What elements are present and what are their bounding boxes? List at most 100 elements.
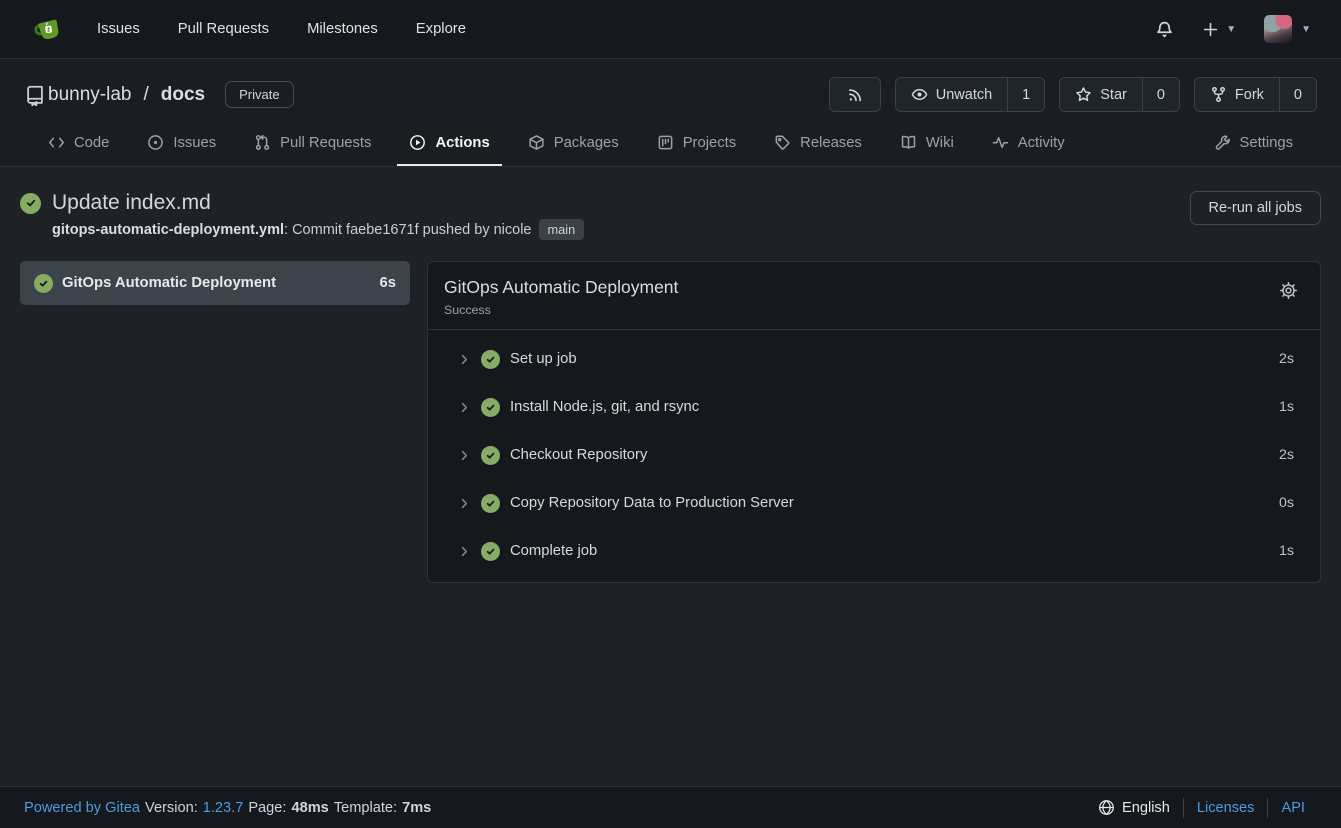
pr-icon — [254, 134, 271, 151]
fork-button[interactable]: Fork — [1195, 78, 1279, 111]
success-check-icon — [34, 274, 53, 293]
globe-icon — [1098, 799, 1115, 816]
workflow-file-name: gitops-automatic-deployment.yml — [52, 222, 284, 238]
job-settings-gear-icon[interactable] — [1275, 277, 1302, 304]
tab-label: Wiki — [926, 135, 954, 151]
fork-button-group: Fork 0 — [1194, 77, 1317, 112]
repo-owner-link[interactable]: bunny-lab — [48, 84, 131, 106]
pulse-icon — [992, 134, 1009, 151]
template-label: Template: — [334, 800, 397, 816]
gitea-logo-icon[interactable] — [32, 13, 64, 45]
step-duration: 2s — [1279, 351, 1294, 367]
tab-label: Code — [74, 135, 109, 151]
success-check-icon — [481, 350, 500, 369]
rss-button[interactable] — [829, 77, 881, 112]
success-check-icon — [481, 398, 500, 417]
unwatch-label: Unwatch — [936, 87, 992, 103]
nav-link-issues[interactable]: Issues — [78, 21, 159, 37]
tab-label: Packages — [554, 135, 619, 151]
stars-count[interactable]: 0 — [1142, 78, 1179, 111]
actions-run-page: Update index.md gitops-automatic-deploym… — [0, 167, 1341, 786]
unwatch-button[interactable]: Unwatch — [896, 78, 1007, 111]
nav-link-pull-requests[interactable]: Pull Requests — [159, 21, 288, 37]
user-avatar — [1264, 15, 1292, 43]
book-icon — [900, 134, 917, 151]
tab-activity[interactable]: Activity — [980, 124, 1077, 166]
job-sidebar: GitOps Automatic Deployment6s — [20, 261, 410, 305]
tab-actions[interactable]: Actions — [397, 124, 501, 166]
rerun-all-jobs-button[interactable]: Re-run all jobs — [1190, 191, 1322, 225]
step-name: Complete job — [510, 543, 597, 559]
fork-label: Fork — [1235, 87, 1264, 103]
job-step-row[interactable]: Checkout Repository2s — [428, 431, 1320, 479]
powered-by-gitea-link[interactable]: Powered by Gitea — [24, 800, 140, 816]
run-title: Update index.md — [52, 191, 211, 215]
job-step-row[interactable]: Complete job 1s — [428, 527, 1320, 575]
caret-down-icon: ▼ — [1301, 24, 1311, 35]
footer: Powered by Gitea Version: 1.23.7 Page: 4… — [0, 786, 1341, 828]
commit-text: : Commit faebe1671f pushed by nicole — [284, 222, 531, 238]
tab-label: Releases — [800, 135, 862, 151]
fork-icon — [1210, 86, 1227, 103]
step-name: Install Node.js, git, and rsync — [510, 399, 699, 415]
version-link[interactable]: 1.23.7 — [203, 800, 244, 816]
template-time: 7ms — [402, 800, 431, 816]
eye-icon — [911, 86, 928, 103]
nav-link-explore[interactable]: Explore — [397, 21, 485, 37]
job-step-row[interactable]: Copy Repository Data to Production Serve… — [428, 479, 1320, 527]
create-new-button[interactable]: ▼ — [1192, 15, 1246, 44]
run-success-icon — [20, 193, 41, 214]
user-menu[interactable]: ▼ — [1254, 9, 1321, 49]
nav-link-milestones[interactable]: Milestones — [288, 21, 397, 37]
tab-projects[interactable]: Projects — [645, 124, 748, 166]
success-check-icon — [481, 494, 500, 513]
tab-pull-requests[interactable]: Pull Requests — [242, 124, 383, 166]
step-name: Copy Repository Data to Production Serve… — [510, 495, 794, 511]
tab-packages[interactable]: Packages — [516, 124, 631, 166]
success-check-icon — [481, 446, 500, 465]
tab-label: Projects — [683, 135, 736, 151]
job-step-row[interactable]: Install Node.js, git, and rsync1s — [428, 383, 1320, 431]
star-button[interactable]: Star — [1060, 78, 1142, 111]
success-check-icon — [481, 542, 500, 561]
caret-down-icon: ▼ — [1226, 24, 1236, 35]
top-navbar: IssuesPull RequestsMilestonesExplore ▼ ▼ — [0, 0, 1341, 59]
job-step-row[interactable]: Set up job2s — [428, 335, 1320, 383]
tab-releases[interactable]: Releases — [762, 124, 874, 166]
job-detail-panel: GitOps Automatic Deployment Success Set … — [427, 261, 1321, 583]
chevron-right-icon[interactable] — [458, 401, 471, 414]
chevron-right-icon[interactable] — [458, 353, 471, 366]
job-name: GitOps Automatic Deployment — [62, 275, 276, 291]
tab-label: Issues — [173, 135, 216, 151]
job-status-text: Success — [444, 303, 678, 317]
tab-issues[interactable]: Issues — [135, 124, 228, 166]
repo-tabs: Code Issues Pull Requests Actions Packages Pr… — [24, 124, 1317, 166]
watchers-count[interactable]: 1 — [1007, 78, 1044, 111]
repo-separator: / — [143, 84, 148, 106]
step-duration: 1s — [1279, 543, 1294, 559]
language-selector[interactable]: English — [1098, 799, 1183, 816]
code-icon — [48, 134, 65, 151]
repo-name-link[interactable]: docs — [161, 84, 205, 106]
repo-actions: Unwatch 1 Star 0 — [829, 77, 1317, 112]
branch-badge[interactable]: main — [539, 219, 585, 240]
forks-count[interactable]: 0 — [1279, 78, 1316, 111]
repository-icon — [24, 84, 46, 106]
notifications-bell-icon[interactable] — [1145, 14, 1184, 45]
licenses-link[interactable]: Licenses — [1184, 800, 1268, 816]
chevron-right-icon[interactable] — [458, 497, 471, 510]
job-list-item[interactable]: GitOps Automatic Deployment6s — [20, 261, 410, 305]
topnav-right: ▼ ▼ — [1145, 9, 1321, 49]
project-icon — [657, 134, 674, 151]
step-duration: 2s — [1279, 447, 1294, 463]
chevron-right-icon[interactable] — [458, 545, 471, 558]
tab-wiki[interactable]: Wiki — [888, 124, 966, 166]
tab-code[interactable]: Code — [36, 124, 121, 166]
tab-label: Settings — [1240, 135, 1293, 151]
tab-settings[interactable]: Settings — [1202, 124, 1305, 166]
tag-icon — [774, 134, 791, 151]
job-steps-list: Set up job2sInstall Node.js, git, and rs… — [428, 330, 1320, 582]
chevron-right-icon[interactable] — [458, 449, 471, 462]
run-header: Update index.md gitops-automatic-deploym… — [20, 191, 1321, 238]
api-link[interactable]: API — [1268, 800, 1317, 816]
